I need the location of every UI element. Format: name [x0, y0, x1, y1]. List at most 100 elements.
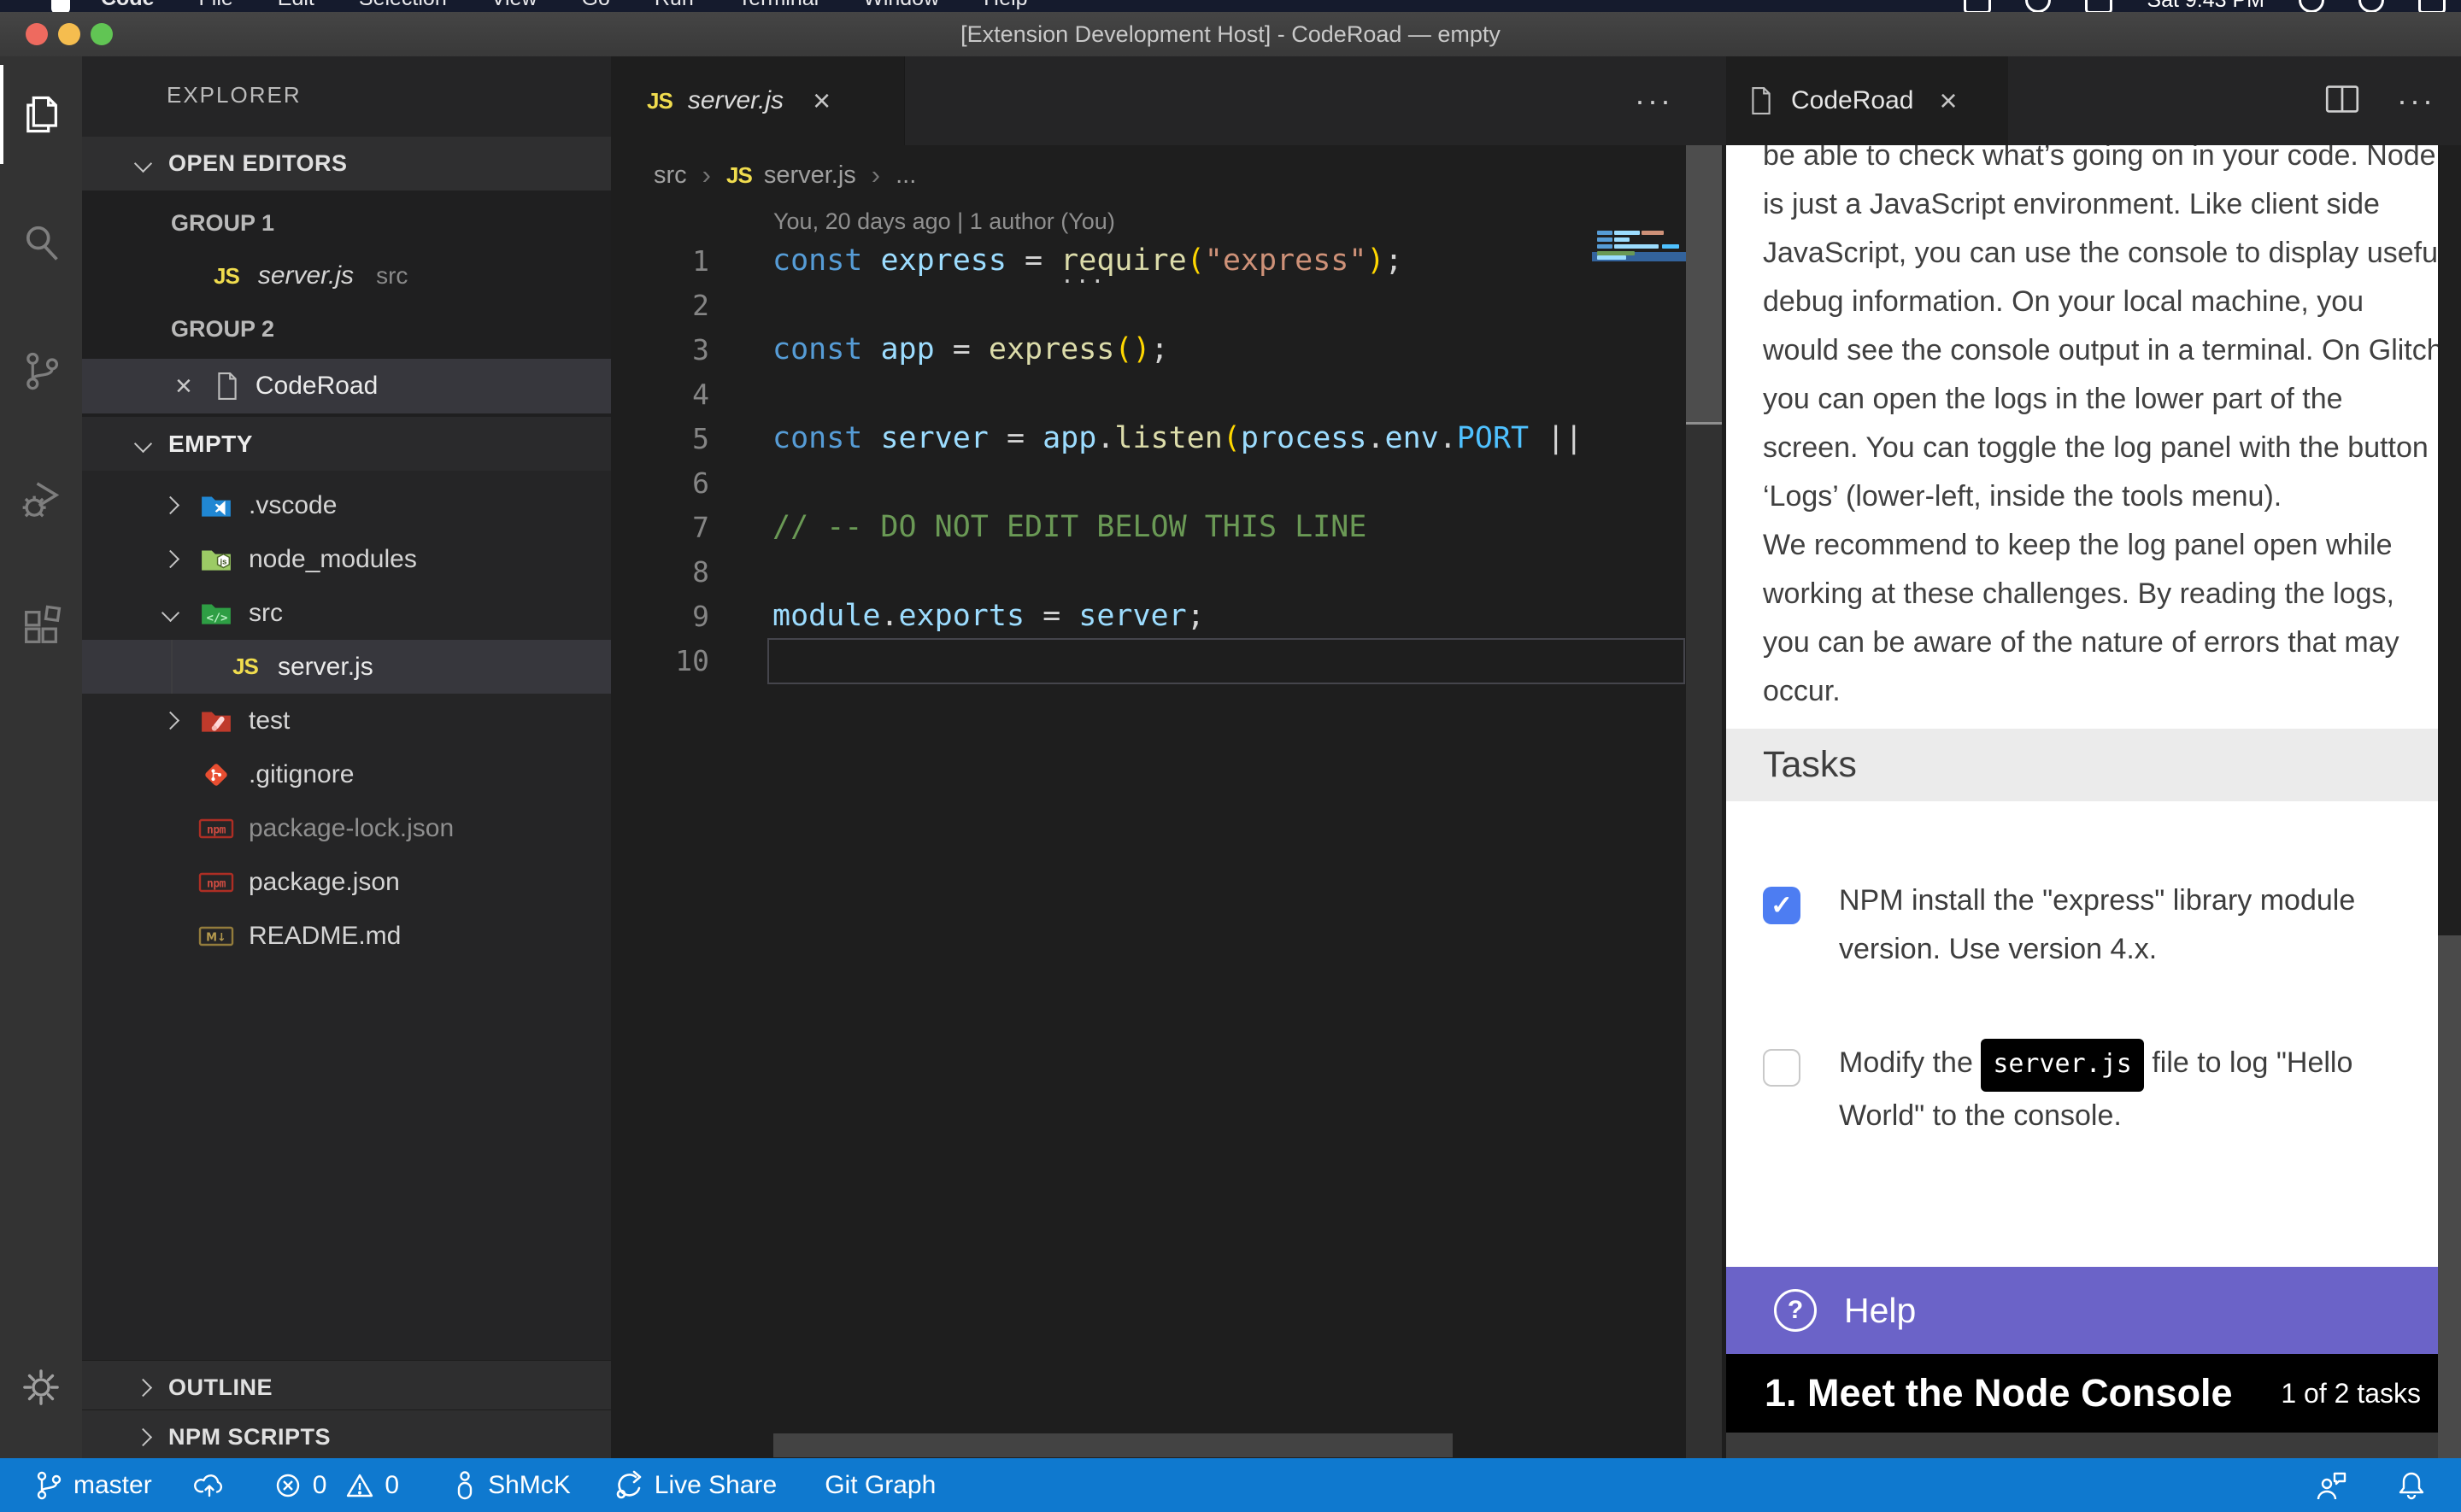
- open-editor-serverjs[interactable]: JS server.js src: [82, 249, 611, 303]
- line-number: 9: [611, 600, 709, 633]
- notifications-bell-icon[interactable]: [2396, 1469, 2427, 1502]
- chevron-right-icon: [134, 1428, 152, 1446]
- open-editors-header[interactable]: OPEN EDITORS: [82, 137, 611, 190]
- paragraph-line: you can open the logs in the lower part …: [1763, 375, 2438, 424]
- task-checkbox-checked[interactable]: ✓: [1763, 887, 1800, 924]
- menu-item-view[interactable]: View: [491, 0, 537, 11]
- tree-item-test[interactable]: test: [82, 694, 611, 747]
- chevron-separator: ›: [872, 160, 880, 190]
- title-bar: [Extension Development Host] - CodeRoad …: [0, 12, 2461, 57]
- tree-item-label: .gitignore: [249, 760, 354, 789]
- close-tab-icon[interactable]: ×: [1939, 85, 1957, 116]
- codelens-annotation[interactable]: You, 20 days ago | 1 author (You): [773, 208, 1115, 235]
- sync-changes-button[interactable]: [193, 1470, 226, 1501]
- tree-item-label: src: [249, 599, 283, 628]
- tree-item--vscode[interactable]: .vscode: [82, 478, 611, 532]
- close-window-button[interactable]: [26, 23, 48, 45]
- code-line-7[interactable]: 7// -- DO NOT EDIT BELOW THIS LINE: [611, 505, 1726, 549]
- webview-scrollbar[interactable]: [2438, 145, 2461, 1458]
- open-editor-coderoad[interactable]: × CodeRoad: [82, 359, 611, 413]
- user-account-status[interactable]: ShMcK: [452, 1469, 571, 1502]
- scrollbar-thumb[interactable]: [1686, 145, 1722, 425]
- task-description: NPM install the "express" library module…: [1839, 876, 2429, 974]
- scrollbar-thumb[interactable]: [2438, 145, 2461, 935]
- breadcrumb[interactable]: src › JS server.js › ...: [611, 145, 1726, 205]
- menu-item-edit[interactable]: Edit: [278, 0, 314, 11]
- editor-horizontal-scrollbar[interactable]: [773, 1433, 1453, 1457]
- problems-status[interactable]: 0 0: [273, 1471, 399, 1500]
- breadcrumb-symbol[interactable]: ...: [896, 161, 916, 190]
- close-tab-icon[interactable]: ×: [813, 85, 831, 116]
- panel-more-actions-icon[interactable]: ···: [2397, 83, 2435, 119]
- tab-serverjs[interactable]: JS server.js ×: [611, 56, 905, 145]
- tree-item--gitignore[interactable]: .gitignore: [82, 747, 611, 801]
- tree-item-package-lock-json[interactable]: npmpackage-lock.json: [82, 801, 611, 855]
- paragraph-line: be able to check what’s going on in your…: [1763, 145, 2438, 180]
- editor-vertical-scrollbar[interactable]: [1686, 145, 1722, 1458]
- menu-item-code[interactable]: Code: [101, 0, 155, 11]
- line-number: 6: [611, 466, 709, 500]
- vscode-window: Code File Edit Selection View Go Run Terminal Wi…: [0, 0, 2461, 1512]
- workspace-folder-header[interactable]: EMPTY: [82, 417, 611, 471]
- help-bar[interactable]: ? Help: [1726, 1267, 2438, 1354]
- run-debug-icon[interactable]: [0, 449, 82, 548]
- code-line-3[interactable]: 3const app = express();: [611, 327, 1726, 372]
- minimap[interactable]: [1592, 145, 1686, 487]
- source-control-icon[interactable]: [0, 321, 82, 420]
- apple-menu-icon[interactable]: [51, 0, 70, 12]
- menu-item-file[interactable]: File: [199, 0, 233, 11]
- search-icon[interactable]: [0, 193, 82, 292]
- macos-menu-bar: Code File Edit Selection View Go Run Terminal Wi…: [0, 0, 2461, 12]
- svg-text:M↓: M↓: [206, 931, 226, 944]
- menu-item-terminal[interactable]: Terminal: [738, 0, 819, 11]
- explorer-icon[interactable]: [0, 65, 82, 164]
- chevron-right-icon: [162, 550, 179, 568]
- minimize-window-button[interactable]: [58, 23, 80, 45]
- tree-item-node-modules[interactable]: jsnode_modules: [82, 532, 611, 586]
- npm-scripts-section-header[interactable]: NPM SCRIPTS: [82, 1409, 611, 1458]
- code-line-5[interactable]: 5const server = app.listen(process.env.P…: [611, 416, 1726, 460]
- code-line-6[interactable]: 6: [611, 460, 1726, 505]
- chevron-right-icon: [162, 496, 179, 514]
- maximize-window-button[interactable]: [91, 23, 113, 45]
- coderoad-webview: be able to check what’s going on in your…: [1726, 145, 2438, 1458]
- split-editor-icon[interactable]: [2325, 85, 2359, 118]
- git-branch-status[interactable]: master: [34, 1470, 152, 1501]
- live-share-button[interactable]: Live Share: [612, 1469, 777, 1502]
- help-label: Help: [1844, 1291, 1916, 1331]
- menu-item-selection[interactable]: Selection: [359, 0, 447, 11]
- code-line-2[interactable]: 2: [611, 283, 1726, 327]
- menu-item-help[interactable]: Help: [984, 0, 1027, 11]
- battery-icon: [2085, 0, 2112, 12]
- breadcrumb-folder[interactable]: src: [654, 161, 687, 190]
- editor-more-actions-icon[interactable]: ···: [1635, 56, 1673, 145]
- code-line-10[interactable]: 10: [611, 638, 1726, 683]
- line-number: 8: [611, 555, 709, 589]
- code-area[interactable]: 1const express = require("express");23co…: [611, 238, 1726, 683]
- close-icon[interactable]: ×: [175, 372, 192, 401]
- code-line-8[interactable]: 8: [611, 549, 1726, 594]
- menu-item-run[interactable]: Run: [655, 0, 694, 11]
- chevron-right-icon: [162, 712, 179, 730]
- menu-item-window[interactable]: Window: [863, 0, 939, 11]
- sidebar-title: EXPLORER: [167, 82, 302, 108]
- outline-section-header[interactable]: OUTLINE: [82, 1360, 611, 1415]
- tree-item-server-js[interactable]: JSserver.js: [82, 640, 611, 694]
- code-line-9[interactable]: 9module.exports = server;: [611, 594, 1726, 638]
- live-share-contacts-icon[interactable]: [2314, 1469, 2348, 1502]
- menu-item-go[interactable]: Go: [582, 0, 610, 11]
- chevron-right-icon: [134, 1379, 152, 1397]
- extensions-icon[interactable]: [0, 577, 82, 677]
- breadcrumb-file[interactable]: server.js: [764, 161, 856, 190]
- code-line-1[interactable]: 1const express = require("express");: [611, 238, 1726, 283]
- settings-gear-icon[interactable]: [0, 1338, 82, 1437]
- tree-item-package-json[interactable]: npmpackage.json: [82, 855, 611, 909]
- tree-item-label: package.json: [249, 868, 400, 897]
- task-checkbox-unchecked[interactable]: [1763, 1049, 1800, 1087]
- tab-coderoad[interactable]: CodeRoad ×: [1726, 56, 2008, 145]
- tree-item-readme-md[interactable]: M↓README.md: [82, 909, 611, 963]
- code-line-4[interactable]: 4: [611, 372, 1726, 416]
- tree-item-src[interactable]: </>src: [82, 586, 611, 640]
- git-graph-button[interactable]: Git Graph: [825, 1471, 936, 1500]
- control-center-icon: [2418, 0, 2446, 12]
